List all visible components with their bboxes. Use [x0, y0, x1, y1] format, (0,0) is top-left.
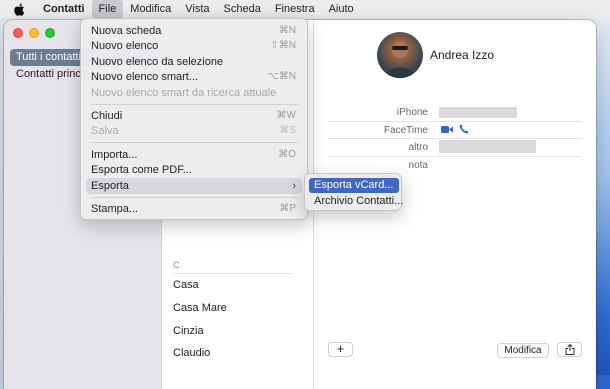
minimize-window-button[interactable] [29, 28, 39, 38]
contact-row[interactable]: Cinzia [173, 325, 204, 337]
edit-button[interactable]: Modifica [497, 343, 549, 358]
menu-item-label: Nuovo elenco smart... [91, 71, 198, 83]
phone-call-icon[interactable] [459, 124, 469, 137]
menu-shortcut [296, 162, 302, 178]
add-button[interactable]: + [328, 342, 353, 357]
menu-item-label: Stampa... [91, 203, 139, 215]
menu-shortcut: ⌘S [279, 125, 296, 136]
menu-item-save: Salva ⌘S [86, 123, 302, 139]
field-divider [328, 138, 582, 139]
menu-modifica[interactable]: Modifica [123, 0, 178, 18]
zoom-window-button[interactable] [45, 28, 55, 38]
menu-item-label: Esporta [91, 180, 129, 192]
altro-value[interactable] [439, 140, 536, 153]
menu-shortcut: ⌘O [278, 149, 296, 160]
menu-separator [91, 104, 299, 105]
field-label-iphone: iPhone [396, 107, 428, 118]
menu-item-new-card[interactable]: Nuova scheda ⌘N [86, 23, 302, 39]
menu-item-close[interactable]: Chiudi ⌘W [86, 108, 302, 124]
menu-shortcut: ⌘W [276, 110, 296, 121]
close-window-button[interactable] [13, 28, 23, 38]
field-divider [328, 156, 582, 157]
chevron-right-icon: › [292, 180, 296, 192]
video-call-icon[interactable] [441, 125, 453, 137]
menu-item-export-pdf[interactable]: Esporta come PDF... [86, 162, 302, 178]
share-button[interactable] [557, 342, 582, 357]
menu-app-contatti[interactable]: Contatti [36, 0, 92, 18]
menu-item-label: Esporta come PDF... [91, 164, 192, 176]
menu-item-new-list[interactable]: Nuovo elenco ⇧⌘N [86, 38, 302, 54]
field-label-altro: altro [408, 142, 428, 153]
avatar [377, 32, 423, 78]
iphone-value[interactable] [439, 107, 517, 118]
menu-item-new-smart-list[interactable]: Nuovo elenco smart... ⌥⌘N [86, 69, 302, 85]
menu-shortcut: ⌘P [279, 203, 296, 214]
menu-item-contacts-archive[interactable]: Archivio Contatti... [309, 194, 403, 209]
menu-item-import[interactable]: Importa... ⌘O [86, 147, 302, 163]
menu-finestra[interactable]: Finestra [268, 0, 322, 18]
menu-shortcut [296, 85, 302, 101]
window-controls [13, 28, 55, 38]
section-header: C [173, 260, 293, 274]
menu-vista[interactable]: Vista [178, 0, 216, 18]
menu-file[interactable]: File [91, 0, 124, 18]
contact-row[interactable]: Casa [173, 279, 199, 291]
contact-name: Andrea Izzo [430, 48, 495, 62]
field-divider [328, 121, 582, 122]
export-submenu: Esporta vCard... Archivio Contatti... [304, 173, 403, 211]
contact-row[interactable]: Claudio [173, 347, 210, 359]
menu-item-label: Nuova scheda [91, 25, 162, 37]
menu-scheda[interactable]: Scheda [217, 0, 268, 18]
file-menu: Nuova scheda ⌘N Nuovo elenco ⇧⌘N Nuovo ele… [80, 18, 308, 220]
menu-item-smart-list-from-search: Nuovo elenco smart da ricerca attuale [86, 85, 302, 101]
menu-shortcut: ⌘N [278, 25, 296, 36]
menu-item-export[interactable]: Esporta › [86, 178, 302, 194]
menu-item-label: Nuovo elenco smart da ricerca attuale [91, 87, 277, 99]
menu-item-label: Salva [91, 125, 119, 137]
menu-item-new-list-from-selection[interactable]: Nuovo elenco da selezione [86, 54, 302, 70]
field-label-facetime: FaceTime [383, 125, 428, 136]
field-label-nota: nota [408, 160, 428, 171]
menu-item-label: Nuovo elenco [91, 40, 159, 52]
menu-item-export-vcard[interactable]: Esporta vCard... [309, 178, 399, 193]
contact-row[interactable]: Casa Mare [173, 302, 227, 314]
menu-item-label: Chiudi [91, 110, 123, 122]
menu-separator [91, 142, 299, 143]
share-icon [565, 343, 574, 355]
menu-bar: Contatti File Modifica Vista Scheda Fine… [0, 0, 610, 18]
menu-shortcut: ⇧⌘N [270, 40, 296, 51]
menu-aiuto[interactable]: Aiuto [322, 0, 361, 18]
menu-item-label: Importa... [91, 149, 138, 161]
menu-shortcut [296, 54, 302, 70]
menu-shortcut: ⌥⌘N [267, 71, 296, 82]
menu-separator [91, 197, 299, 198]
menu-item-label: Nuovo elenco da selezione [91, 56, 224, 68]
apple-icon[interactable] [12, 2, 26, 16]
facetime-actions [441, 124, 469, 137]
menu-item-print[interactable]: Stampa... ⌘P [86, 201, 302, 217]
